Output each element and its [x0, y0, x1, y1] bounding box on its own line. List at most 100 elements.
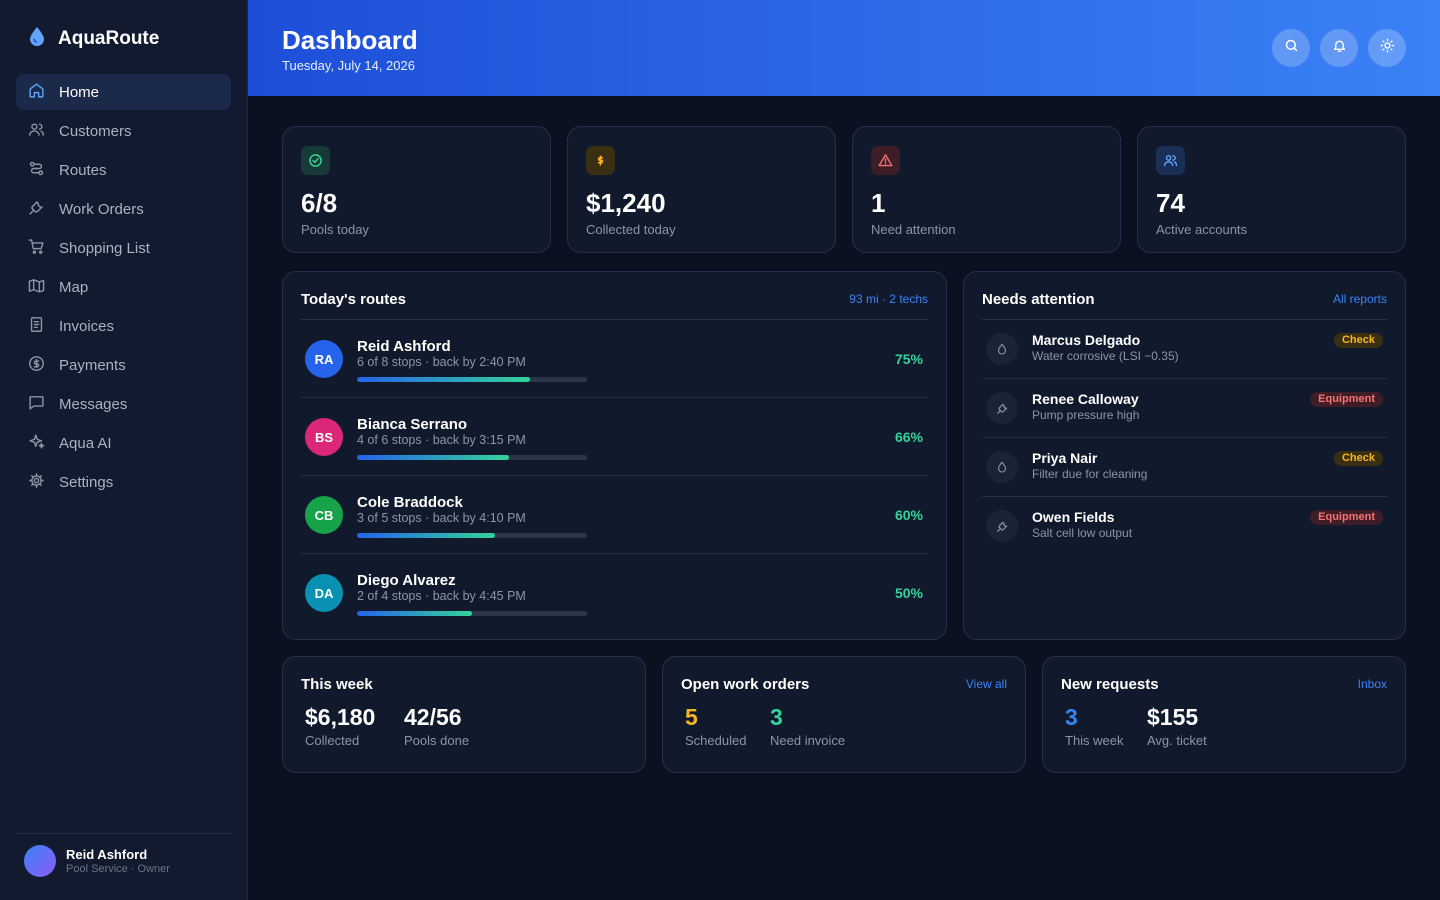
route-percent: 60%	[894, 507, 923, 523]
app-name: AquaRoute	[58, 27, 160, 49]
routes-summary[interactable]: 93 mi · 2 techs	[849, 292, 928, 306]
search-icon	[1284, 38, 1299, 58]
metric-label: Pools done	[404, 733, 470, 748]
stat-card-accounts[interactable]: 74 Active accounts	[1137, 126, 1406, 253]
this-week-title: This week	[301, 676, 373, 693]
view-all-link[interactable]: View all	[966, 677, 1007, 691]
brand[interactable]: AquaRoute	[28, 26, 159, 51]
route-row[interactable]: DA Diego Alvarez 2 of 4 stops · back by …	[301, 554, 928, 632]
work-orders-title: Open work orders	[681, 676, 810, 693]
metric-value: $6,180	[305, 704, 376, 730]
attention-detail: Water corrosive (LSI −0.35)	[1032, 349, 1179, 363]
sidebar-item-routes[interactable]: Routes	[16, 152, 231, 188]
route-row[interactable]: RA Reid Ashford 6 of 8 stops · back by 2…	[301, 320, 928, 398]
sidebar-item-label: Routes	[59, 161, 107, 179]
metric-value: $155	[1147, 704, 1199, 730]
stat-label: Pools today	[301, 222, 369, 237]
notifications-button[interactable]	[1320, 29, 1358, 67]
all-reports-link[interactable]: All reports	[1333, 292, 1387, 306]
route-icon	[28, 160, 45, 181]
attention-detail: Filter due for cleaning	[1032, 467, 1148, 481]
sidebar-item-map[interactable]: Map	[16, 269, 231, 305]
metric-value: 3	[1065, 704, 1078, 730]
metric: 3 Need invoice	[770, 704, 845, 748]
user-profile[interactable]: Reid Ashford Pool Service · Owner	[16, 833, 231, 877]
stat-value: 1	[871, 188, 886, 218]
sidebar-item-aqua-ai[interactable]: Aqua AI	[16, 425, 231, 461]
metric: 42/56 Pools done	[404, 704, 469, 748]
wrench-icon	[986, 392, 1018, 424]
status-badge: Equipment	[1310, 392, 1383, 407]
metric: 3 This week	[1065, 704, 1124, 748]
sidebar-item-label: Aqua AI	[59, 434, 112, 452]
route-progress-fill	[357, 611, 472, 616]
route-detail: 3 of 5 stops · back by 4:10 PM	[357, 511, 526, 525]
attention-item[interactable]: Renee Calloway Pump pressure high Equipm…	[982, 379, 1387, 438]
theme-toggle-button[interactable]	[1368, 29, 1406, 67]
route-progress-bar	[357, 377, 587, 382]
sidebar-item-customers[interactable]: Customers	[16, 113, 231, 149]
sparkle-icon	[28, 433, 45, 454]
route-progress-fill	[357, 455, 509, 460]
sidebar-item-payments[interactable]: Payments	[16, 347, 231, 383]
metric-label: Need invoice	[770, 733, 846, 748]
map-icon	[28, 277, 45, 298]
page-date: Tuesday, July 14, 2026	[282, 58, 415, 73]
route-progress-bar	[357, 533, 587, 538]
sidebar-item-label: Payments	[59, 356, 126, 374]
dollar-icon	[586, 146, 615, 175]
stat-card-pools[interactable]: 6/8 Pools today	[282, 126, 551, 253]
bell-icon	[1332, 38, 1347, 58]
metric-label: This week	[1065, 733, 1124, 748]
status-badge: Check	[1333, 333, 1383, 348]
attention-customer: Marcus Delgado	[1032, 332, 1141, 348]
avatar: RA	[305, 340, 343, 378]
cart-icon	[28, 238, 45, 259]
sidebar-item-label: Shopping List	[59, 239, 150, 257]
stat-value: $1,240	[586, 188, 666, 218]
attention-customer: Priya Nair	[1032, 450, 1098, 466]
stat-value: 74	[1156, 188, 1185, 218]
sidebar-nav: Home Customers Routes Work Orders Shoppi…	[16, 74, 231, 503]
route-progress-fill	[357, 533, 495, 538]
sidebar-item-home[interactable]: Home	[16, 74, 231, 110]
avatar: DA	[305, 574, 343, 612]
sidebar-item-label: Invoices	[59, 317, 115, 335]
sidebar-item-invoices[interactable]: Invoices	[16, 308, 231, 344]
sidebar-item-work-orders[interactable]: Work Orders	[16, 191, 231, 227]
stat-label: Need attention	[871, 222, 956, 237]
routes-card: Today's routes 93 mi · 2 techs RA Reid A…	[282, 271, 947, 640]
sidebar-item-label: Map	[59, 278, 89, 296]
search-button[interactable]	[1272, 29, 1310, 67]
user-name: Reid Ashford	[66, 847, 148, 862]
attention-item[interactable]: Marcus Delgado Water corrosive (LSI −0.3…	[982, 320, 1387, 379]
metric: $6,180 Collected	[305, 704, 375, 748]
metric: $155 Avg. ticket	[1147, 704, 1207, 748]
route-row[interactable]: BS Bianca Serrano 4 of 6 stops · back by…	[301, 398, 928, 476]
sidebar-item-shopping-list[interactable]: Shopping List	[16, 230, 231, 266]
dollar-circle-icon	[28, 355, 45, 376]
this-week-card: This week $6,180 Collected 42/56 Pools d…	[282, 656, 646, 773]
metric-value: 5	[685, 704, 698, 730]
requests-card: New requests Inbox 3 This week $155 Avg.…	[1042, 656, 1406, 773]
sidebar-item-messages[interactable]: Messages	[16, 386, 231, 422]
attention-customer: Owen Fields	[1032, 509, 1115, 525]
sidebar: AquaRoute Home Customers Routes Work Ord…	[0, 0, 248, 900]
stat-card-attention[interactable]: 1 Need attention	[852, 126, 1121, 253]
inbox-link[interactable]: Inbox	[1358, 677, 1387, 691]
sidebar-item-label: Settings	[59, 473, 114, 491]
wrench-icon	[28, 199, 45, 220]
attention-item[interactable]: Owen Fields Salt cell low output Equipme…	[982, 497, 1387, 556]
status-badge: Check	[1333, 451, 1383, 466]
water-drop-icon	[986, 333, 1018, 365]
message-icon	[28, 394, 45, 415]
sidebar-item-settings[interactable]: Settings	[16, 464, 231, 500]
stat-card-collected[interactable]: $1,240 Collected today	[567, 126, 836, 253]
page-title: Dashboard	[282, 25, 418, 55]
route-row[interactable]: CB Cole Braddock 3 of 5 stops · back by …	[301, 476, 928, 554]
metric-label: Avg. ticket	[1147, 733, 1207, 748]
attention-item[interactable]: Priya Nair Filter due for cleaning Check	[982, 438, 1387, 497]
attention-detail: Salt cell low output	[1032, 526, 1133, 540]
route-percent: 50%	[894, 585, 923, 601]
status-badge: Equipment	[1310, 510, 1383, 525]
